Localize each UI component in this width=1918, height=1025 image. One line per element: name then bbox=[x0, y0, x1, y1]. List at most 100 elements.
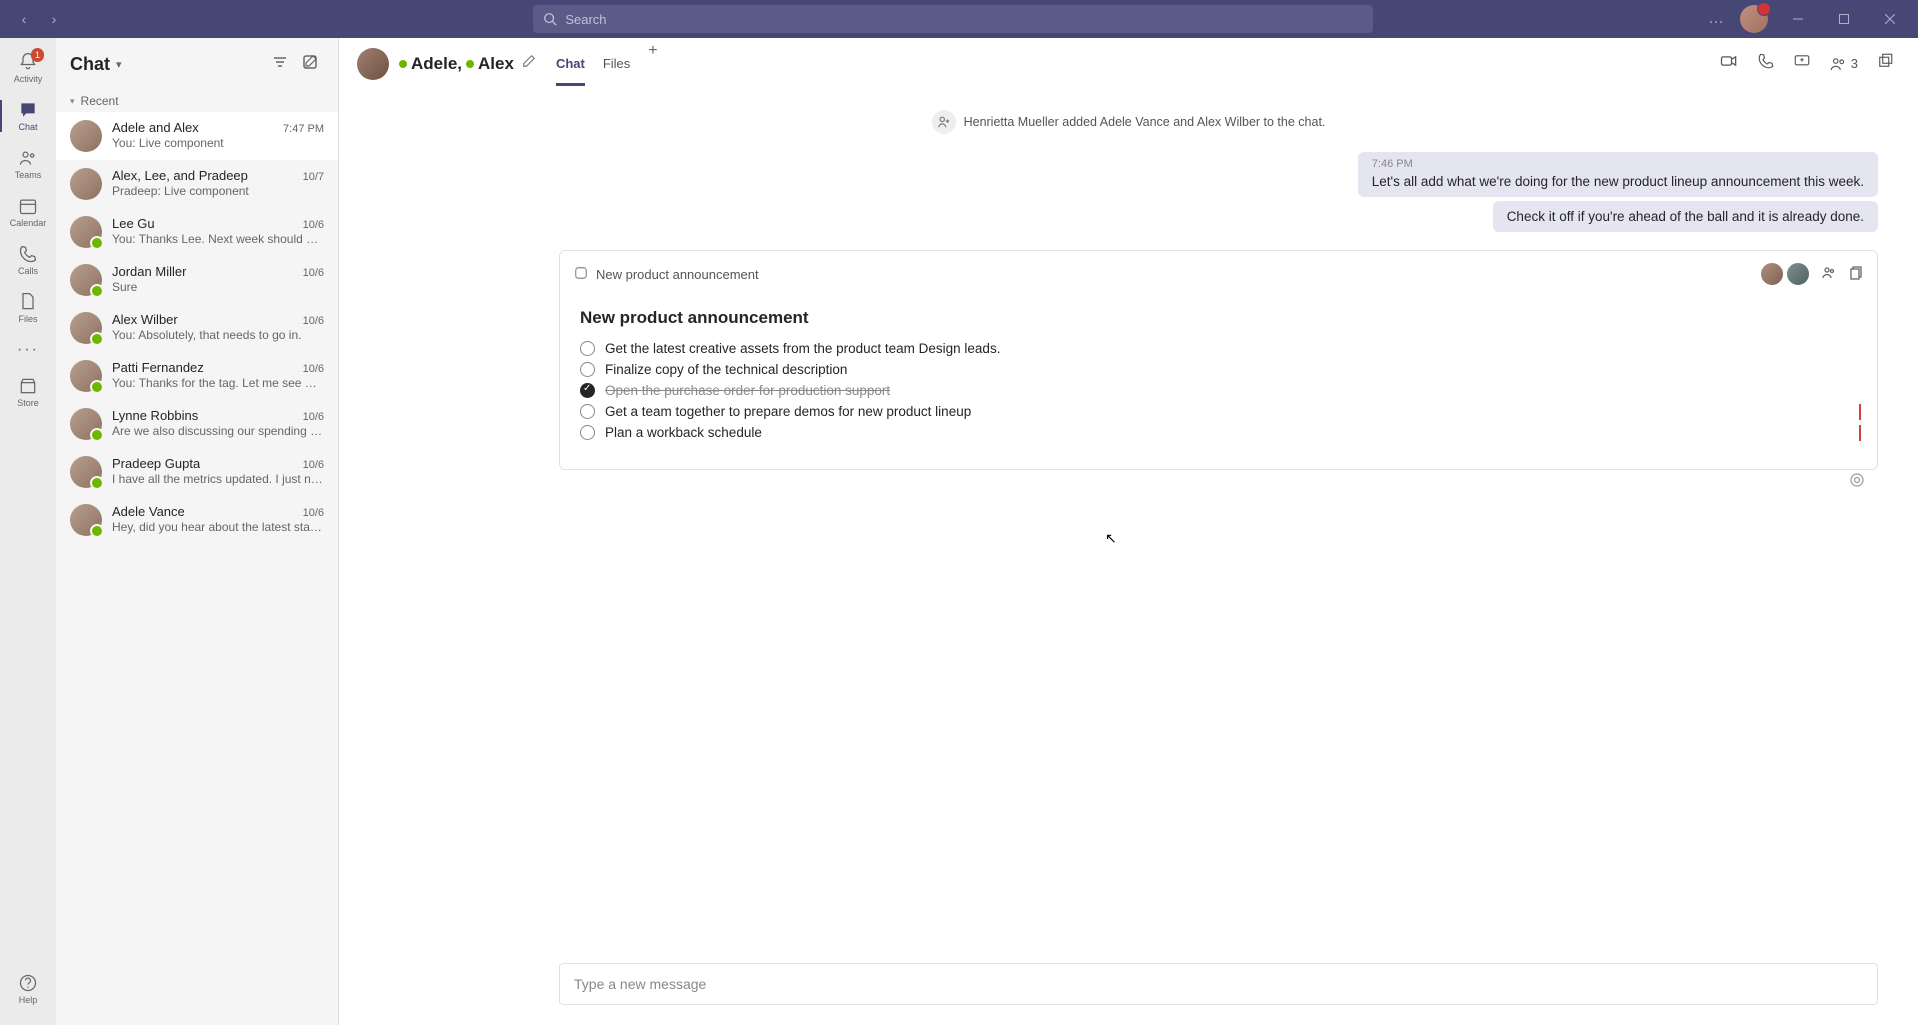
task-item[interactable]: Get a team together to prepare demos for… bbox=[580, 401, 1857, 422]
task-item[interactable]: Finalize copy of the technical descripti… bbox=[580, 359, 1857, 380]
minimize-button[interactable] bbox=[1782, 3, 1814, 35]
chat-name: Alex, Lee, and Pradeep bbox=[112, 168, 248, 183]
seen-icon bbox=[1849, 472, 1865, 491]
search-icon bbox=[543, 12, 557, 26]
live-component-content[interactable]: New product announcement Get the latest … bbox=[560, 298, 1877, 469]
chat-list-item[interactable]: Adele and Alex7:47 PMYou: Live component bbox=[56, 112, 338, 160]
rail-label: Chat bbox=[18, 122, 37, 132]
file-icon bbox=[18, 292, 38, 312]
nav-back-button[interactable]: ‹ bbox=[12, 7, 36, 31]
participants-button[interactable]: 3 bbox=[1829, 55, 1858, 73]
section-recent[interactable]: Recent bbox=[56, 90, 338, 112]
chat-preview: I have all the metrics updated. I just n… bbox=[112, 472, 324, 486]
conversation-title: Adele, Alex bbox=[399, 54, 514, 74]
rail-calendar[interactable]: Calendar bbox=[0, 188, 56, 236]
rail-store[interactable]: Store bbox=[0, 368, 56, 416]
collaborator-avatar[interactable] bbox=[1785, 261, 1811, 287]
compose-placeholder: Type a new message bbox=[574, 976, 706, 992]
component-bar-title: New product announcement bbox=[596, 267, 759, 282]
maximize-button[interactable] bbox=[1828, 3, 1860, 35]
rail-calls[interactable]: Calls bbox=[0, 236, 56, 284]
rail-chat[interactable]: Chat bbox=[0, 92, 56, 140]
message-text: Check it off if you're ahead of the ball… bbox=[1507, 209, 1864, 224]
task-checkbox[interactable] bbox=[580, 341, 595, 356]
chat-list-item[interactable]: Patti Fernandez10/6You: Thanks for the t… bbox=[56, 352, 338, 400]
nav-forward-button[interactable]: › bbox=[42, 7, 66, 31]
task-checkbox[interactable] bbox=[580, 362, 595, 377]
message-bubble: Check it off if you're ahead of the ball… bbox=[1493, 201, 1878, 232]
live-component-card: New product announcement New product ann… bbox=[559, 250, 1878, 470]
rail-teams[interactable]: Teams bbox=[0, 140, 56, 188]
user-avatar[interactable] bbox=[1740, 5, 1768, 33]
audio-call-button[interactable] bbox=[1757, 52, 1775, 75]
collaborator-avatar[interactable] bbox=[1759, 261, 1785, 287]
task-text: Plan a workback schedule bbox=[605, 425, 762, 440]
edit-caret bbox=[1859, 425, 1861, 441]
avatar bbox=[70, 456, 102, 488]
rail-more[interactable]: ··· bbox=[0, 332, 56, 368]
message-group: 7:46 PM Let's all add what we're doing f… bbox=[339, 152, 1918, 250]
search-placeholder: Search bbox=[565, 12, 606, 27]
share-component-button[interactable] bbox=[1821, 265, 1837, 284]
new-chat-button[interactable] bbox=[302, 54, 318, 75]
rename-button[interactable] bbox=[522, 54, 536, 73]
close-button[interactable] bbox=[1874, 3, 1906, 35]
edit-caret bbox=[1859, 404, 1861, 420]
share-screen-button[interactable] bbox=[1793, 52, 1811, 75]
task-item[interactable]: Plan a workback schedule bbox=[580, 422, 1857, 443]
titlebar: ‹ › Search … bbox=[0, 0, 1918, 38]
chat-time: 10/7 bbox=[303, 171, 324, 183]
chat-list: Adele and Alex7:47 PMYou: Live component… bbox=[56, 112, 338, 544]
title-part: Alex bbox=[478, 54, 514, 74]
chat-list-item[interactable]: Lee Gu10/6You: Thanks Lee. Next week sho… bbox=[56, 208, 338, 256]
avatar bbox=[70, 264, 102, 296]
task-item[interactable]: Get the latest creative assets from the … bbox=[580, 338, 1857, 359]
task-item[interactable]: Open the purchase order for production s… bbox=[580, 380, 1857, 401]
rail-label: Store bbox=[17, 398, 39, 408]
message-bubble: 7:46 PM Let's all add what we're doing f… bbox=[1358, 152, 1878, 197]
rail-label: Teams bbox=[15, 170, 42, 180]
chat-list-item[interactable]: Alex, Lee, and Pradeep10/7Pradeep: Live … bbox=[56, 160, 338, 208]
chat-list-item[interactable]: Pradeep Gupta10/6I have all the metrics … bbox=[56, 448, 338, 496]
phone-icon bbox=[18, 244, 38, 264]
message-time: 7:46 PM bbox=[1372, 158, 1864, 170]
task-checkbox[interactable] bbox=[580, 425, 595, 440]
avatar bbox=[70, 168, 102, 200]
chat-time: 10/6 bbox=[303, 363, 324, 375]
filter-button[interactable] bbox=[272, 54, 288, 75]
chevron-down-icon[interactable]: ▾ bbox=[116, 58, 122, 71]
chat-preview: You: Live component bbox=[112, 136, 324, 150]
avatar bbox=[70, 312, 102, 344]
message-input[interactable]: Type a new message bbox=[559, 963, 1878, 1005]
chat-preview: You: Thanks Lee. Next week should work. … bbox=[112, 232, 324, 246]
chat-name: Patti Fernandez bbox=[112, 360, 204, 375]
conversation-body: Henrietta Mueller added Adele Vance and … bbox=[339, 90, 1918, 963]
search-input[interactable]: Search bbox=[533, 5, 1373, 33]
conversation-pane: Adele, Alex Chat Files + 3 Henrietta Mue… bbox=[339, 38, 1918, 1025]
tab-files[interactable]: Files bbox=[603, 42, 630, 85]
task-checkbox[interactable] bbox=[580, 404, 595, 419]
rail-help[interactable]: Help bbox=[0, 965, 56, 1013]
activity-badge: 1 bbox=[31, 48, 44, 62]
chat-list-item[interactable]: Alex Wilber10/6You: Absolutely, that nee… bbox=[56, 304, 338, 352]
title-part: Adele, bbox=[411, 54, 462, 74]
chat-name: Lynne Robbins bbox=[112, 408, 198, 423]
presence-dot bbox=[399, 60, 407, 68]
chat-time: 10/6 bbox=[303, 411, 324, 423]
popout-button[interactable] bbox=[1876, 52, 1894, 75]
video-call-button[interactable] bbox=[1719, 51, 1739, 76]
tab-chat[interactable]: Chat bbox=[556, 42, 585, 85]
calendar-icon bbox=[18, 196, 38, 216]
chat-list-item[interactable]: Jordan Miller10/6Sure bbox=[56, 256, 338, 304]
more-menu-button[interactable]: … bbox=[1708, 10, 1726, 28]
chat-list-item[interactable]: Adele Vance10/6Hey, did you hear about t… bbox=[56, 496, 338, 544]
chat-list-item[interactable]: Lynne Robbins10/6Are we also discussing … bbox=[56, 400, 338, 448]
task-checkbox[interactable] bbox=[580, 383, 595, 398]
chat-time: 10/6 bbox=[303, 219, 324, 231]
component-icon bbox=[574, 266, 588, 283]
copy-component-button[interactable] bbox=[1847, 265, 1863, 284]
rail-activity[interactable]: 1 Activity bbox=[0, 44, 56, 92]
add-tab-button[interactable]: + bbox=[648, 42, 657, 85]
rail-files[interactable]: Files bbox=[0, 284, 56, 332]
chat-time: 10/6 bbox=[303, 267, 324, 279]
